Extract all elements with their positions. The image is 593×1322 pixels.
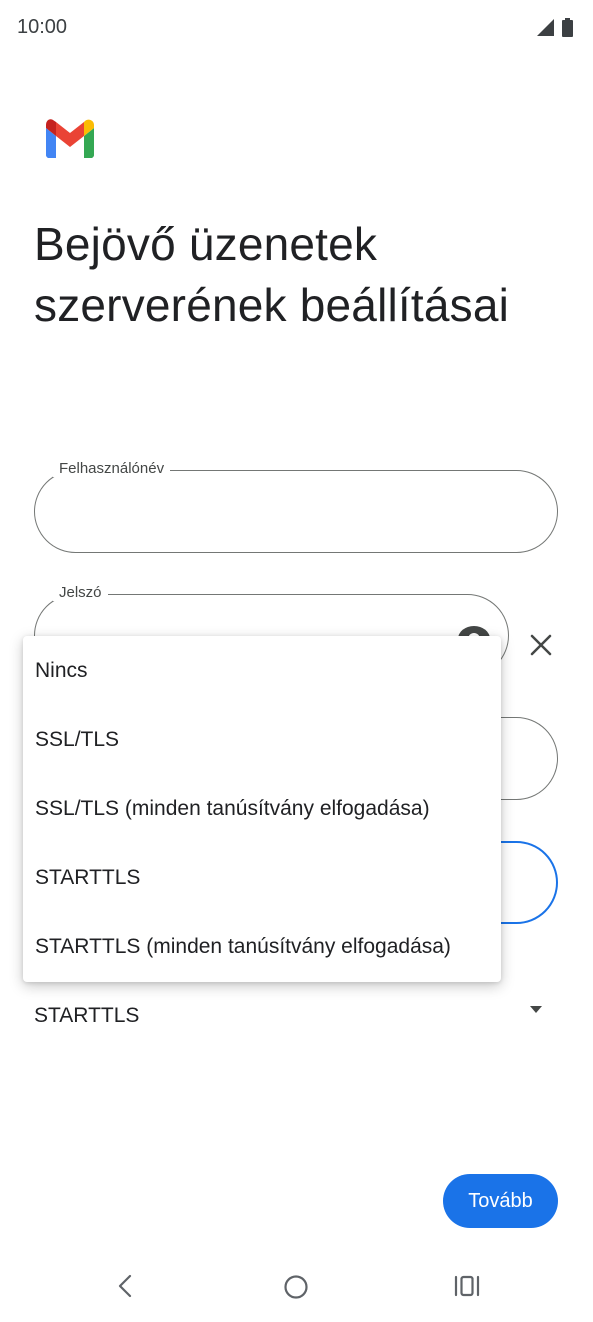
back-icon[interactable] <box>113 1272 137 1300</box>
security-type-select[interactable]: STARTTLS <box>34 1004 139 1028</box>
menu-item-starttls[interactable]: STARTTLS <box>23 843 501 912</box>
menu-item-ssl-tls[interactable]: SSL/TLS <box>23 705 501 774</box>
cellular-signal-icon <box>537 19 554 36</box>
status-time: 10:00 <box>17 16 68 38</box>
recents-icon[interactable] <box>453 1274 481 1298</box>
username-label: Felhasználónév <box>53 460 171 477</box>
security-type-menu: Nincs SSL/TLS SSL/TLS (minden tanúsítván… <box>23 636 501 982</box>
username-field[interactable]: Felhasználónév <box>34 460 558 553</box>
password-label: Jelszó <box>53 584 108 601</box>
dropdown-arrow-icon[interactable] <box>528 1005 544 1015</box>
battery-icon <box>562 18 573 37</box>
page-title: Bejövő üzenetek szerverének beállításai <box>34 218 510 331</box>
clear-icon[interactable] <box>527 631 555 659</box>
next-button[interactable]: Tovább <box>443 1174 558 1228</box>
content-clip <box>0 1028 593 1068</box>
status-bar: 10:00 <box>0 0 593 56</box>
home-icon[interactable] <box>283 1274 309 1300</box>
navigation-bar <box>0 1250 593 1322</box>
menu-item-ssl-tls-accept-all[interactable]: SSL/TLS (minden tanúsítvány elfogadása) <box>23 774 501 843</box>
menu-item-starttls-accept-all[interactable]: STARTTLS (minden tanúsítvány elfogadása) <box>23 912 501 981</box>
menu-item-none[interactable]: Nincs <box>23 636 501 705</box>
status-icons <box>537 18 573 37</box>
gmail-logo <box>45 119 95 158</box>
